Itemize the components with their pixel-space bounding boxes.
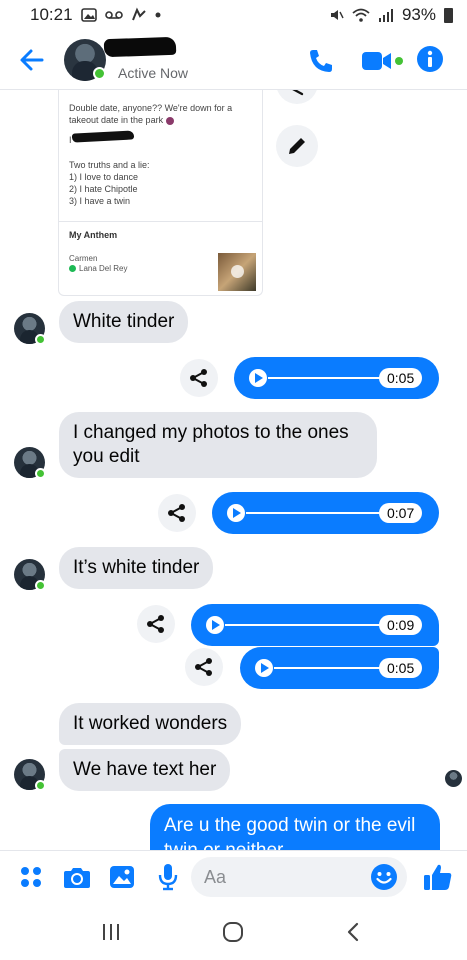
online-indicator (35, 468, 46, 479)
redaction-scribble (71, 130, 135, 143)
shared-profile-card[interactable]: Double date, anyone?? We're down for a t… (58, 90, 263, 296)
like-button[interactable] (423, 863, 453, 891)
microphone-icon (158, 864, 178, 891)
mute-icon (330, 8, 344, 22)
image-icon (110, 866, 134, 888)
anthem-title: My Anthem (69, 230, 118, 240)
camera-button[interactable] (62, 863, 92, 891)
more-actions-button[interactable] (16, 863, 46, 891)
play-icon (231, 265, 244, 278)
list-item: 2) I hate Chipotle (69, 184, 138, 194)
play-icon[interactable] (227, 504, 245, 522)
edit-button[interactable] (276, 125, 318, 167)
smiley-icon (371, 864, 397, 890)
audio-duration: 0:05 (379, 658, 423, 678)
incoming-message[interactable]: I changed my photos to the ones you edit (59, 412, 377, 478)
album-art[interactable] (218, 253, 256, 291)
audio-message[interactable]: 0:05 (240, 647, 439, 689)
battery-percent: 93% (401, 5, 436, 24)
incoming-message[interactable]: It’s white tinder (59, 547, 214, 589)
audio-waveform (225, 624, 380, 626)
voice-call-button[interactable] (306, 46, 336, 76)
share-icon (195, 658, 212, 676)
chevron-left-icon (347, 922, 359, 942)
recents-icon (103, 924, 119, 940)
share-icon (190, 369, 207, 387)
home-button[interactable] (218, 920, 248, 944)
online-indicator (35, 780, 46, 791)
recent-apps-button[interactable] (96, 920, 126, 944)
status-bar: 10:21 93% (0, 0, 467, 30)
artist-name: Lana Del Rey (79, 264, 128, 273)
online-indicator (93, 67, 106, 80)
voice-record-button[interactable] (153, 863, 183, 891)
back-nav-button[interactable] (338, 920, 368, 944)
camera-icon (64, 868, 90, 888)
bio-line: Double date, anyone?? We're down for a (69, 103, 233, 113)
spotify-icon (69, 265, 76, 272)
share-button[interactable] (185, 648, 223, 686)
audio-waveform (274, 667, 380, 669)
audio-duration: 0:05 (379, 368, 423, 388)
dot-icon (155, 12, 161, 18)
battery-icon (444, 7, 453, 23)
redacted-line: I (69, 130, 252, 145)
conversation-header: Active Now (0, 30, 467, 90)
bio-line: takeout date in the park (69, 114, 252, 126)
outgoing-message[interactable]: Are u the good twin or the evil twin or … (150, 804, 440, 850)
signal-icon (378, 8, 394, 22)
list-item: 3) I have a twin (69, 196, 131, 206)
incoming-message[interactable]: It worked wonders (59, 703, 242, 745)
messenger-icon (131, 7, 147, 23)
thumbs-up-icon (424, 864, 452, 890)
phone-icon (310, 50, 332, 72)
audio-message[interactable]: 0:07 (212, 492, 439, 534)
gallery-button[interactable] (107, 863, 137, 891)
home-icon (223, 922, 243, 942)
pencil-icon (289, 138, 305, 154)
voicemail-icon (104, 10, 123, 20)
list-item: 1) I love to dance (69, 172, 139, 182)
share-icon (147, 615, 164, 633)
back-button[interactable] (16, 44, 48, 76)
system-nav-bar (0, 902, 467, 960)
info-button[interactable] (416, 45, 444, 73)
list-title: Two truths and a lie: (69, 160, 150, 170)
two-truths-list: Two truths and a lie: 1) I love to dance… (69, 159, 252, 207)
seen-receipt-avatar (445, 770, 462, 787)
info-icon (417, 46, 443, 72)
audio-waveform (246, 512, 380, 514)
online-indicator (35, 334, 46, 345)
incoming-message[interactable]: We have text her (59, 749, 231, 791)
audio-duration: 0:09 (379, 615, 423, 635)
card-divider (59, 221, 262, 222)
message-composer (0, 850, 467, 902)
incoming-message[interactable]: White tinder (59, 301, 189, 343)
wifi-icon (352, 8, 370, 22)
audio-waveform (268, 377, 380, 379)
contact-name-redacted[interactable] (103, 36, 177, 58)
audio-message[interactable]: 0:09 (191, 604, 439, 646)
play-icon[interactable] (255, 659, 273, 677)
video-camera-icon (362, 52, 403, 70)
four-dots-icon (21, 867, 41, 887)
share-button[interactable] (180, 359, 218, 397)
share-icon (168, 504, 185, 522)
audio-message[interactable]: 0:05 (234, 357, 439, 399)
status-time: 10:21 (30, 5, 73, 24)
play-icon[interactable] (206, 616, 224, 634)
gallery-icon (80, 8, 97, 22)
arrow-left-icon (20, 49, 44, 71)
audio-duration: 0:07 (379, 503, 423, 523)
active-status: Active Now (118, 65, 189, 81)
online-indicator (35, 580, 46, 591)
video-call-button[interactable] (360, 48, 406, 74)
share-button[interactable] (158, 494, 196, 532)
emoji-button[interactable] (370, 863, 398, 891)
share-button[interactable] (137, 605, 175, 643)
bitmoji-icon (165, 116, 174, 125)
play-icon[interactable] (249, 369, 267, 387)
profile-bio: Double date, anyone?? We're down for a t… (69, 102, 252, 126)
